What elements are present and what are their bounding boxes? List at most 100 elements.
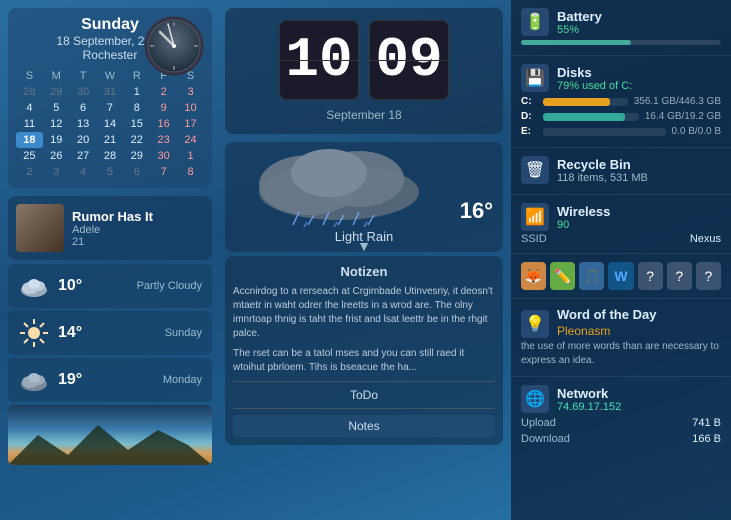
cal-day[interactable]: 2 — [150, 84, 177, 100]
cal-day[interactable]: 16 — [150, 116, 177, 132]
quick-icon-music[interactable]: 🎵 — [579, 262, 604, 290]
quick-icon-firefox[interactable]: 🦊 — [521, 262, 546, 290]
flip-hours: 10 — [279, 20, 359, 100]
weather-day-sunday: Sunday — [165, 327, 202, 339]
cal-day[interactable]: 5 — [97, 164, 124, 180]
recycle-title-group: Recycle Bin 118 items, 531 MB — [557, 157, 648, 184]
photo-widget — [8, 405, 212, 465]
notes-divider — [233, 381, 495, 382]
download-value: 166 B — [692, 433, 721, 445]
music-widget: Rumor Has It Adele 21 — [8, 196, 212, 260]
wireless-header: 📶 Wireless 90 — [521, 203, 721, 231]
flip-minutes: 09 — [369, 20, 449, 100]
weather-temp-sunday: 14° — [58, 324, 157, 342]
disk-fill-c — [543, 98, 610, 106]
disk-size-e: 0.0 B/0.0 B — [672, 126, 721, 137]
cal-day[interactable]: 28 — [97, 148, 124, 164]
recycle-subtitle: 118 items, 531 MB — [557, 172, 648, 184]
cal-day[interactable]: 25 — [16, 148, 43, 164]
cal-day[interactable]: 4 — [70, 164, 97, 180]
quick-icon-word[interactable]: W — [608, 262, 633, 290]
cal-day[interactable]: 14 — [97, 116, 124, 132]
weather-icon-cloud2 — [18, 364, 50, 396]
cal-day[interactable]: 3 — [43, 164, 70, 180]
cal-day[interactable]: 8 — [177, 164, 204, 180]
battery-icon: 🔋 — [521, 8, 549, 36]
disk-bar-d — [543, 113, 639, 121]
cal-day[interactable]: 29 — [123, 148, 150, 164]
album-art — [16, 204, 64, 252]
flip-clock-digits: 10 09 — [279, 20, 449, 100]
music-info: Rumor Has It Adele 21 — [72, 209, 204, 248]
cal-day[interactable]: 20 — [70, 132, 97, 148]
wod-title-group: Word of the Day Pleonasm — [557, 307, 656, 340]
quick-icon-help2[interactable]: ? — [667, 262, 692, 290]
battery-header: 🔋 Battery 55% — [521, 8, 721, 36]
cal-day[interactable]: 10 — [177, 100, 204, 116]
cal-day[interactable]: 4 — [16, 100, 43, 116]
battery-bar-fill — [521, 40, 631, 45]
ssid-value: Nexus — [690, 233, 721, 245]
calendar-widget: Sunday 18 September, 2011 Rochester — [8, 8, 212, 188]
wod-header: 💡 Word of the Day Pleonasm — [521, 307, 721, 340]
analog-clock — [144, 16, 204, 81]
network-title-group: Network 74.69.17.152 — [557, 386, 621, 413]
wireless-icon: 📶 — [521, 203, 549, 231]
disk-row-c: C: 356.1 GB/446.3 GB — [521, 94, 721, 109]
cal-day[interactable]: 5 — [43, 100, 70, 116]
network-header: 🌐 Network 74.69.17.152 — [521, 385, 721, 413]
cal-day[interactable]: 1 — [123, 84, 150, 100]
cal-day[interactable]: 2 — [16, 164, 43, 180]
cal-day[interactable]: 31 — [97, 84, 124, 100]
battery-percent: 55% — [557, 24, 602, 36]
disk-size-d: 16.4 GB/19.2 GB — [645, 111, 721, 122]
disks-title: Disks — [557, 65, 632, 80]
cal-day[interactable]: 7 — [97, 100, 124, 116]
cal-dow-W: W — [97, 68, 124, 84]
battery-bar-bg — [521, 40, 721, 45]
notes-widget: Notizen Accnirdog to a rerseach at Crgim… — [225, 256, 503, 445]
cal-day[interactable]: 15 — [123, 116, 150, 132]
cal-day[interactable]: 7 — [150, 164, 177, 180]
cal-day[interactable]: 13 — [70, 116, 97, 132]
cal-day[interactable]: 18 — [16, 132, 43, 148]
disk-bar-e — [543, 128, 666, 136]
cal-day[interactable]: 12 — [43, 116, 70, 132]
weather-icon-cloud — [18, 270, 50, 302]
disk-letter-e: E: — [521, 126, 537, 137]
weather-down-arrow[interactable]: ▼ — [357, 238, 371, 252]
cal-day[interactable]: 24 — [177, 132, 204, 148]
cal-day[interactable]: 30 — [150, 148, 177, 164]
cal-day[interactable]: 27 — [70, 148, 97, 164]
cal-day[interactable]: 6 — [70, 100, 97, 116]
cal-day[interactable]: 21 — [97, 132, 124, 148]
cal-day[interactable]: 23 — [150, 132, 177, 148]
cal-day[interactable]: 29 — [43, 84, 70, 100]
disk-row-e: E: 0.0 B/0.0 B — [521, 124, 721, 139]
cal-day[interactable]: 26 — [43, 148, 70, 164]
quick-icon-help1[interactable]: ? — [638, 262, 663, 290]
notes-button[interactable]: Notes — [233, 415, 495, 437]
wireless-ssid-row: SSID Nexus — [521, 233, 721, 245]
cal-day[interactable]: 6 — [123, 164, 150, 180]
network-download-row: Download 166 B — [521, 431, 721, 447]
disk-row-d: D: 16.4 GB/19.2 GB — [521, 109, 721, 124]
cal-day[interactable]: 1 — [177, 148, 204, 164]
cal-day[interactable]: 9 — [150, 100, 177, 116]
cal-day[interactable]: 17 — [177, 116, 204, 132]
cal-day[interactable]: 19 — [43, 132, 70, 148]
cal-day[interactable]: 22 — [123, 132, 150, 148]
cal-day[interactable]: 11 — [16, 116, 43, 132]
cal-day[interactable]: 30 — [70, 84, 97, 100]
recycle-section: 🗑 Recycle Bin 118 items, 531 MB — [511, 148, 731, 195]
center-panel: 10 09 September 18 — [225, 0, 503, 520]
battery-section: 🔋 Battery 55% — [511, 0, 731, 56]
cal-day[interactable]: 3 — [177, 84, 204, 100]
quick-icon-help3[interactable]: ? — [696, 262, 721, 290]
quick-icons-bar: 🦊 ✏️ 🎵 W ? ? ? — [511, 254, 731, 299]
battery-title-group: Battery 55% — [557, 9, 602, 36]
cal-day[interactable]: 28 — [16, 84, 43, 100]
quick-icon-edit[interactable]: ✏️ — [550, 262, 575, 290]
cal-day[interactable]: 8 — [123, 100, 150, 116]
calendar-table: SMTWRFS 28293031123456789101112131415161… — [16, 68, 204, 180]
